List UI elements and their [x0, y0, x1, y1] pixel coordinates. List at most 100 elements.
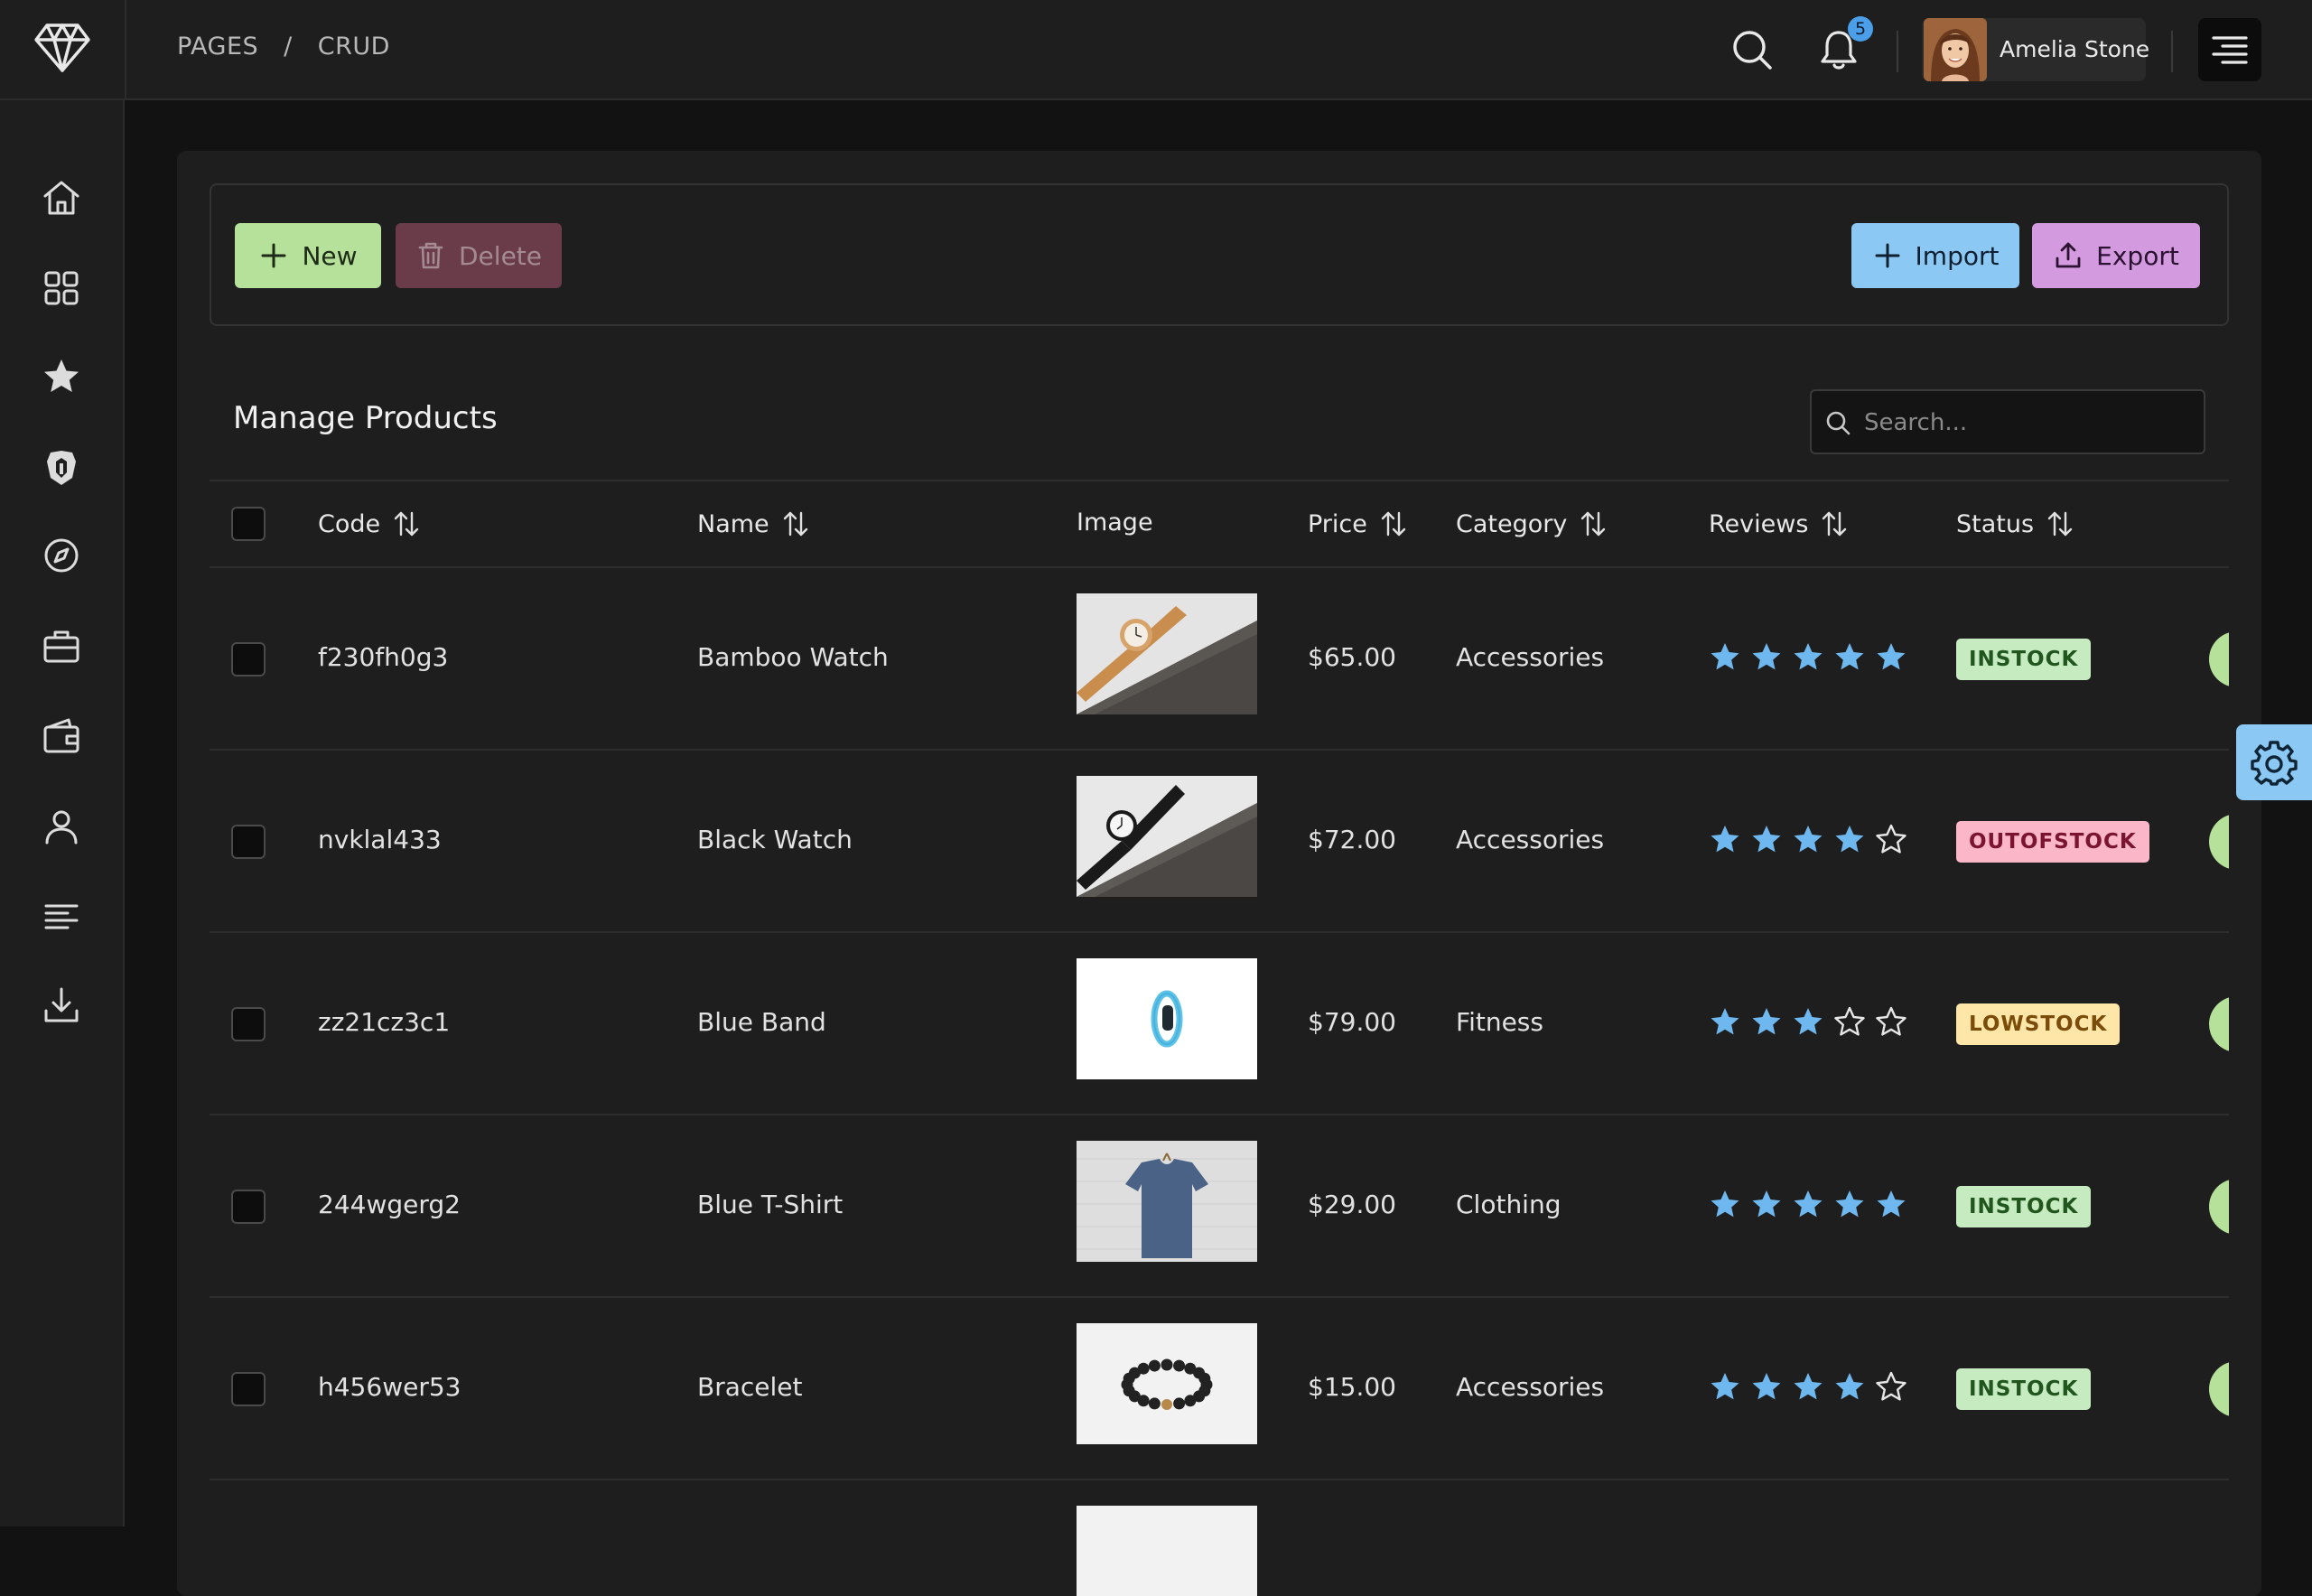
column-header-label: Code: [318, 509, 381, 538]
topbar-separator: [2171, 31, 2173, 72]
star-empty-icon[interactable]: [1833, 1005, 1866, 1038]
product-category: Accessories: [1456, 642, 1605, 672]
import-button[interactable]: Import: [1851, 223, 2019, 288]
download-icon[interactable]: [36, 980, 87, 1031]
status-badge: OUTOFSTOCK: [1956, 821, 2149, 863]
table-header: Code Name Image Price Category Reviews S…: [210, 480, 2229, 568]
status-badge: LOWSTOCK: [1956, 1003, 2121, 1045]
product-code: h456wer53: [318, 1372, 461, 1402]
align-left-icon[interactable]: [36, 891, 87, 942]
star-empty-icon[interactable]: [1875, 823, 1907, 855]
wallet-icon[interactable]: [36, 711, 87, 761]
column-header-code[interactable]: Code: [318, 509, 422, 539]
row-checkbox[interactable]: [231, 1190, 266, 1224]
sort-icon: [1823, 511, 1847, 537]
row-checkbox[interactable]: [231, 825, 266, 859]
star-filled-icon[interactable]: [1833, 1370, 1866, 1403]
star-filled-icon[interactable]: [1709, 1188, 1741, 1220]
product-category: Clothing: [1456, 1190, 1562, 1219]
column-header-label: Reviews: [1709, 509, 1809, 538]
rating[interactable]: [1709, 640, 1907, 673]
star-filled-icon[interactable]: [1875, 640, 1907, 673]
product-category: Fitness: [1456, 1007, 1543, 1037]
star-filled-icon[interactable]: [1750, 640, 1783, 673]
star-filled-icon[interactable]: [1792, 823, 1824, 855]
product-image: [1077, 1141, 1257, 1262]
new-button[interactable]: New: [235, 223, 381, 288]
product-category: Accessories: [1456, 1372, 1605, 1402]
rating[interactable]: [1709, 1188, 1907, 1220]
column-header-label: Name: [697, 509, 769, 538]
star-filled-icon[interactable]: [1792, 1188, 1824, 1220]
table-row: [210, 1480, 2229, 1596]
star-icon[interactable]: [36, 351, 87, 402]
user-profile-button[interactable]: Amelia Stone: [1922, 18, 2149, 81]
edit-button[interactable]: [2209, 996, 2229, 1052]
star-filled-icon[interactable]: [1792, 1005, 1824, 1038]
search-icon[interactable]: [1727, 24, 1777, 75]
row-checkbox[interactable]: [231, 1007, 266, 1041]
star-filled-icon[interactable]: [1709, 640, 1741, 673]
star-filled-icon[interactable]: [1833, 1188, 1866, 1220]
upload-icon: [2056, 242, 2081, 268]
product-price: $72.00: [1308, 825, 1396, 854]
star-empty-icon[interactable]: [1875, 1005, 1907, 1038]
star-filled-icon[interactable]: [1750, 1188, 1783, 1220]
column-header-reviews[interactable]: Reviews: [1709, 509, 1850, 539]
column-header-status[interactable]: Status: [1956, 509, 2075, 539]
rating[interactable]: [1709, 1005, 1907, 1038]
table-row: zz21cz3c1 Blue Band $79.00 Fitness LOWST…: [210, 933, 2229, 1115]
column-header-image: Image: [1077, 509, 1153, 537]
row-checkbox[interactable]: [231, 642, 266, 677]
star-filled-icon[interactable]: [1709, 1370, 1741, 1403]
breadcrumb-root[interactable]: PAGES: [177, 33, 258, 61]
star-filled-icon[interactable]: [1750, 823, 1783, 855]
menu-button[interactable]: [2198, 18, 2261, 81]
rating[interactable]: [1709, 823, 1907, 855]
star-filled-icon[interactable]: [1833, 823, 1866, 855]
prime-icon[interactable]: [36, 442, 87, 492]
topbar-separator: [1897, 31, 1898, 72]
star-filled-icon[interactable]: [1792, 640, 1824, 673]
table-row: f230fh0g3 Bamboo Watch $65.00 Accessorie…: [210, 568, 2229, 751]
export-button[interactable]: Export: [2032, 223, 2200, 288]
star-filled-icon[interactable]: [1833, 640, 1866, 673]
column-header-price[interactable]: Price: [1308, 509, 1409, 539]
column-header-name[interactable]: Name: [697, 509, 811, 539]
compass-icon[interactable]: [36, 530, 87, 581]
layout-config-button[interactable]: [2236, 724, 2312, 800]
column-header-category[interactable]: Category: [1456, 509, 1608, 539]
edit-button[interactable]: [2209, 631, 2229, 687]
topbar-divider: [125, 0, 126, 100]
search-input[interactable]: [1862, 400, 2191, 445]
rating[interactable]: [1709, 1370, 1907, 1403]
star-empty-icon[interactable]: [1875, 1370, 1907, 1403]
diamond-logo-icon[interactable]: [33, 20, 92, 74]
briefcase-icon[interactable]: [36, 621, 87, 671]
star-filled-icon[interactable]: [1875, 1188, 1907, 1220]
user-icon[interactable]: [36, 801, 87, 852]
product-name: Black Watch: [697, 825, 853, 854]
star-filled-icon[interactable]: [1709, 1005, 1741, 1038]
delete-button[interactable]: Delete: [396, 223, 562, 288]
search-field[interactable]: [1810, 389, 2205, 454]
star-filled-icon[interactable]: [1792, 1370, 1824, 1403]
table-row: nvklal433 Black Watch $72.00 Accessories: [210, 751, 2229, 933]
column-header-label: Price: [1308, 509, 1367, 538]
product-image: [1077, 593, 1257, 714]
row-checkbox[interactable]: [231, 1372, 266, 1406]
star-filled-icon[interactable]: [1709, 823, 1741, 855]
star-filled-icon[interactable]: [1750, 1370, 1783, 1403]
home-icon[interactable]: [36, 173, 87, 223]
edit-button[interactable]: [2209, 814, 2229, 870]
select-all-checkbox[interactable]: [231, 507, 266, 541]
product-image: [1077, 1506, 1257, 1596]
star-filled-icon[interactable]: [1750, 1005, 1783, 1038]
product-code: 244wgerg2: [318, 1190, 461, 1219]
breadcrumb: PAGES / CRUD: [177, 33, 390, 61]
edit-button[interactable]: [2209, 1361, 2229, 1417]
grid-icon[interactable]: [36, 263, 87, 313]
status-badge: INSTOCK: [1956, 639, 2092, 680]
product-image: [1077, 776, 1257, 897]
edit-button[interactable]: [2209, 1179, 2229, 1235]
